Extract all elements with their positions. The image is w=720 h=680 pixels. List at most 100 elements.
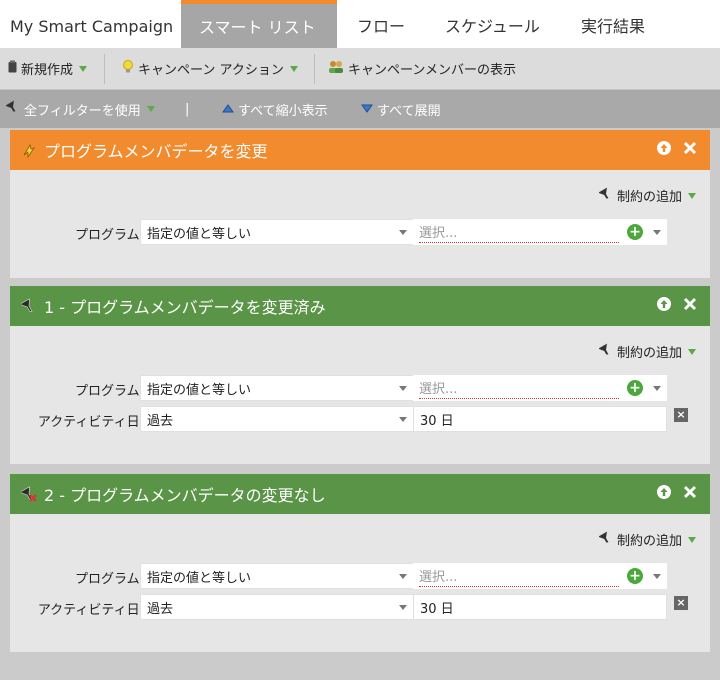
add-value-icon[interactable]: + [627, 568, 643, 584]
chevron-down-icon [399, 605, 407, 610]
expand-all-button[interactable]: すべて展開 [361, 90, 441, 128]
filter-toolbar: 全フィルターを使用 | すべて縮小表示 すべて展開 [0, 90, 720, 128]
chevron-down-icon [79, 65, 88, 72]
filter-funnel-icon [20, 297, 38, 315]
add-constraint-button[interactable]: 制約の追加 [598, 342, 696, 361]
add-constraint-label: 制約の追加 [616, 190, 682, 205]
program-label: プログラム: [75, 384, 144, 399]
program-picker-placeholder: 選択... [419, 222, 619, 243]
operator-value: 指定の値と等しい [147, 382, 252, 398]
move-up-icon[interactable] [656, 296, 672, 312]
add-constraint-button[interactable]: 制約の追加 [598, 186, 696, 205]
filter-funnel-icon [5, 100, 20, 118]
toolbar-separator: | [185, 101, 190, 117]
tab-flow[interactable]: フロー [337, 0, 425, 48]
new-label: 新規作成 [21, 63, 74, 78]
activity-date-operator-value: 過去 [147, 601, 174, 617]
chevron-down-icon [688, 536, 696, 543]
filter-body-1: 制約の追加 プログラム: 指定の値と等しい 選択... + アクティビティ日: … [10, 326, 710, 464]
remove-constraint-icon[interactable]: × [674, 596, 688, 610]
operator-select[interactable]: 指定の値と等しい [140, 375, 414, 401]
new-button[interactable]: 新規作成 [8, 48, 88, 89]
activity-date-value-input[interactable]: 30 日 [413, 594, 667, 620]
operator-value: 指定の値と等しい [147, 226, 252, 242]
filter-funnel-icon [598, 187, 613, 205]
add-value-icon[interactable]: + [627, 224, 643, 240]
filter-funnel-icon [598, 531, 613, 549]
smart-list-canvas: プログラムメンバデータを変更 制約の追加 プログラム: 指定の値と等しい 選択.… [0, 128, 720, 680]
add-constraint-label: 制約の追加 [616, 346, 682, 361]
close-icon[interactable] [682, 484, 698, 500]
tab-schedule[interactable]: スケジュール [425, 0, 563, 48]
program-picker-placeholder: 選択... [419, 566, 619, 587]
chevron-down-icon [399, 574, 407, 579]
show-members-label: キャンペーンメンバーの表示 [348, 63, 516, 78]
chevron-down-icon [289, 65, 298, 72]
tab-results[interactable]: 実行結果 [563, 0, 673, 48]
filter-body-2: 制約の追加 プログラム: 指定の値と等しい 選択... + アクティビティ日: … [10, 514, 710, 652]
chevron-down-icon [653, 230, 661, 235]
tab-smart-list[interactable]: スマート リスト [181, 0, 337, 48]
filter-header-2[interactable]: 2 - プログラムメンバデータの変更なし [10, 474, 710, 514]
close-icon[interactable] [682, 140, 698, 156]
program-label: プログラム: [75, 572, 144, 587]
program-picker-placeholder: 選択... [419, 378, 619, 399]
filter-card-2: 2 - プログラムメンバデータの変更なし 制約の追加 プログラム: 指定の値と等… [10, 474, 710, 652]
trigger-bolt-icon [20, 141, 38, 159]
use-all-filters-label: 全フィルターを使用 [24, 103, 141, 119]
filter-funnel-negated-icon [20, 485, 38, 503]
move-up-icon[interactable] [656, 484, 672, 500]
trigger-body: 制約の追加 プログラム: 指定の値と等しい 選択... + [10, 170, 710, 278]
show-members-button[interactable]: キャンペーンメンバーの表示 [328, 48, 516, 89]
filter-funnel-icon [598, 343, 613, 361]
new-icon [8, 60, 17, 77]
chevron-down-icon [146, 106, 155, 112]
expand-arrow-icon [361, 102, 373, 117]
filter-card-1: 1 - プログラムメンバデータを変更済み 制約の追加 プログラム: 指定の値と等… [10, 286, 710, 464]
collapse-arrow-icon [222, 102, 234, 117]
program-picker[interactable]: 選択... + [413, 375, 667, 401]
chevron-down-icon [653, 386, 661, 391]
add-value-icon[interactable]: + [627, 380, 643, 396]
operator-select[interactable]: 指定の値と等しい [140, 563, 414, 589]
divider [314, 54, 315, 84]
activity-date-operator-value: 過去 [147, 413, 174, 429]
people-icon [328, 60, 344, 78]
program-picker[interactable]: 選択... + [413, 563, 667, 589]
operator-select[interactable]: 指定の値と等しい [140, 219, 414, 245]
activity-date-value-input[interactable]: 30 日 [413, 406, 667, 432]
chevron-down-icon [653, 574, 661, 579]
main-toolbar: 新規作成 キャンペーン アクション キャンペーンメンバーの表示 [0, 48, 720, 90]
filter-title-2: 2 - プログラムメンバデータの変更なし [44, 486, 326, 505]
activity-date-label: アクティビティ日: [37, 603, 144, 618]
operator-value: 指定の値と等しい [147, 570, 252, 586]
trigger-card: プログラムメンバデータを変更 制約の追加 プログラム: 指定の値と等しい 選択.… [10, 130, 710, 278]
collapse-all-button[interactable]: すべて縮小表示 [222, 90, 328, 128]
activity-date-operator-select[interactable]: 過去 [140, 406, 414, 432]
campaign-actions-button[interactable]: キャンペーン アクション [122, 48, 298, 89]
remove-constraint-icon[interactable]: × [674, 408, 688, 422]
tab-campaign-name[interactable]: My Smart Campaign [0, 0, 181, 48]
expand-all-label: すべて展開 [377, 103, 441, 119]
campaign-actions-label: キャンペーン アクション [138, 63, 284, 78]
trigger-header[interactable]: プログラムメンバデータを変更 [10, 130, 710, 170]
divider [104, 54, 105, 84]
program-picker[interactable]: 選択... + [413, 219, 667, 245]
activity-date-operator-select[interactable]: 過去 [140, 594, 414, 620]
filter-title-1: 1 - プログラムメンバデータを変更済み [44, 298, 326, 317]
add-constraint-label: 制約の追加 [616, 534, 682, 549]
chevron-down-icon [688, 348, 696, 355]
chevron-down-icon [399, 230, 407, 235]
filter-header-1[interactable]: 1 - プログラムメンバデータを変更済み [10, 286, 710, 326]
activity-date-label: アクティビティ日: [37, 415, 144, 430]
chevron-down-icon [399, 386, 407, 391]
program-label: プログラム: [75, 228, 144, 243]
close-icon[interactable] [682, 296, 698, 312]
chevron-down-icon [688, 192, 696, 199]
move-up-icon[interactable] [656, 140, 672, 156]
collapse-all-label: すべて縮小表示 [238, 103, 328, 119]
add-constraint-button[interactable]: 制約の追加 [598, 530, 696, 549]
use-all-filters-button[interactable]: 全フィルターを使用 [5, 90, 155, 128]
tab-bar: My Smart Campaign スマート リスト フロー スケジュール 実行… [0, 0, 720, 48]
lightbulb-icon [122, 59, 134, 78]
